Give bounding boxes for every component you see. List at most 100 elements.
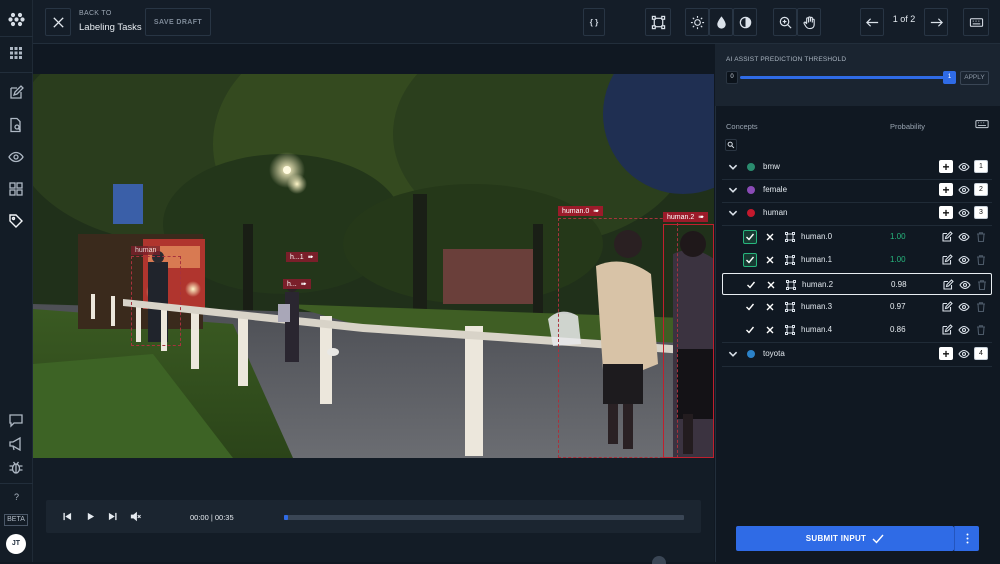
bounding-box-icon [784,231,796,243]
eye-icon[interactable] [958,254,970,266]
save-draft-button[interactable]: SAVE DRAFT [145,8,211,36]
play-icon[interactable] [86,512,95,521]
trash-icon[interactable] [975,254,987,266]
eye-icon[interactable] [958,207,970,219]
edit-icon[interactable] [8,85,24,101]
zoom-button[interactable] [773,8,797,36]
edit-icon[interactable] [941,254,953,266]
add-annotation-button[interactable]: + [939,206,953,219]
pagination-label: 1 of 2 [892,14,916,24]
bbox-label-human-3[interactable]: human [131,246,161,255]
confirm-button[interactable] [743,230,757,244]
edit-icon[interactable] [941,231,953,243]
saturation-button[interactable] [709,8,733,36]
modules-icon[interactable] [8,181,24,197]
edit-icon[interactable] [942,279,954,291]
trash-icon[interactable] [975,301,987,313]
confirm-button[interactable] [743,300,757,314]
megaphone-icon[interactable] [8,436,24,452]
prev-button[interactable] [860,8,884,36]
eye-icon[interactable] [958,301,970,313]
keyboard-shortcuts-button[interactable] [963,8,989,36]
confirm-button[interactable] [744,278,758,292]
instance-row-human-4[interactable]: human.4 0.86 [722,319,992,341]
instance-row-human-0[interactable]: human.0 1.00 [722,226,992,248]
skip-forward-icon[interactable] [108,512,117,521]
concept-color-dot [747,350,755,358]
chevron-down-icon[interactable] [727,161,738,171]
chevron-down-icon[interactable] [727,207,738,217]
instance-row-human-3[interactable]: human.3 0.97 [722,296,992,318]
concept-search-icon[interactable] [725,139,737,151]
skip-back-icon[interactable] [63,512,72,521]
contrast-button[interactable] [733,8,757,36]
next-button[interactable] [924,8,948,36]
chevron-down-icon[interactable] [727,184,738,194]
edit-icon[interactable] [941,324,953,336]
apps-grid-icon[interactable] [8,45,24,61]
eye-icon[interactable] [958,348,970,360]
eye-icon[interactable] [958,161,970,173]
bbox-tool-button[interactable] [645,8,671,36]
json-view-button[interactable]: { } [583,8,605,36]
bbox-label-human-1[interactable]: h...1 ➠ [286,252,318,262]
bbox-label-human-2[interactable]: human.2 ➠ [663,212,709,222]
edit-icon[interactable] [941,301,953,313]
brightness-button[interactable] [685,8,709,36]
threshold-track[interactable] [740,76,945,79]
beta-badge: BETA [4,514,28,526]
concept-group-female[interactable]: female +2 [722,179,992,201]
video-frame[interactable]: human.0 ➠ human.2 ➠ human h...1 ➠ h... ➠ [33,74,714,458]
reject-button[interactable] [763,300,777,314]
eye-icon[interactable] [958,184,970,196]
trash-icon[interactable] [975,231,987,243]
submit-more-button[interactable] [954,526,979,551]
bbox-label-human-4[interactable]: h... ➠ [283,279,311,289]
concept-group-toyota[interactable]: toyota +4 [722,343,992,365]
bbox-label-human-0[interactable]: human.0 ➠ [558,206,604,216]
chevron-down-icon[interactable] [727,348,738,358]
bbox-human-0[interactable] [558,218,678,458]
confirm-button[interactable] [743,323,757,337]
reject-button[interactable] [763,230,777,244]
bbox-human-3[interactable] [131,256,181,346]
bbox-human-2[interactable] [663,224,714,458]
add-annotation-button[interactable]: + [939,160,953,173]
eye-icon[interactable] [958,324,970,336]
reject-button[interactable] [763,253,777,267]
trash-icon[interactable] [975,324,987,336]
confirm-button[interactable] [743,253,757,267]
progress-track[interactable] [284,515,684,520]
reject-button[interactable] [764,278,778,292]
back-link[interactable]: Labeling Tasks [79,22,142,33]
eye-icon[interactable] [8,149,24,165]
threshold-handle[interactable]: 1 [943,71,956,84]
apply-button[interactable]: APPLY [960,71,989,85]
player-bottom-handle[interactable] [652,556,666,564]
bbox-label-text: human [135,247,157,254]
concept-group-bmw[interactable]: bmw +1 [722,156,992,178]
help-link[interactable]: ? [0,492,33,502]
eye-icon[interactable] [958,231,970,243]
add-annotation-button[interactable]: + [939,183,953,196]
instance-row-human-1[interactable]: human.1 1.00 [722,249,992,271]
trash-icon[interactable] [976,279,988,291]
chat-icon[interactable] [8,412,24,428]
bounding-box-icon [784,301,796,313]
bbox-label-text: h...1 [290,253,304,261]
close-button[interactable] [45,8,71,36]
submit-input-button[interactable]: SUBMIT INPUT [736,526,954,551]
reject-button[interactable] [763,323,777,337]
add-annotation-button[interactable]: + [939,347,953,360]
tag-icon[interactable] [8,213,24,229]
concept-group-human[interactable]: human +3 [722,202,992,224]
eye-icon[interactable] [959,279,971,291]
mute-icon[interactable] [130,511,141,522]
app-logo[interactable] [8,11,25,28]
document-search-icon[interactable] [8,117,24,133]
keyboard-icon[interactable] [975,118,989,130]
bug-icon[interactable] [8,459,24,475]
avatar[interactable]: JT [6,534,26,554]
pan-button[interactable] [797,8,821,36]
instance-row-human-2[interactable]: human.2 0.98 [722,273,992,295]
